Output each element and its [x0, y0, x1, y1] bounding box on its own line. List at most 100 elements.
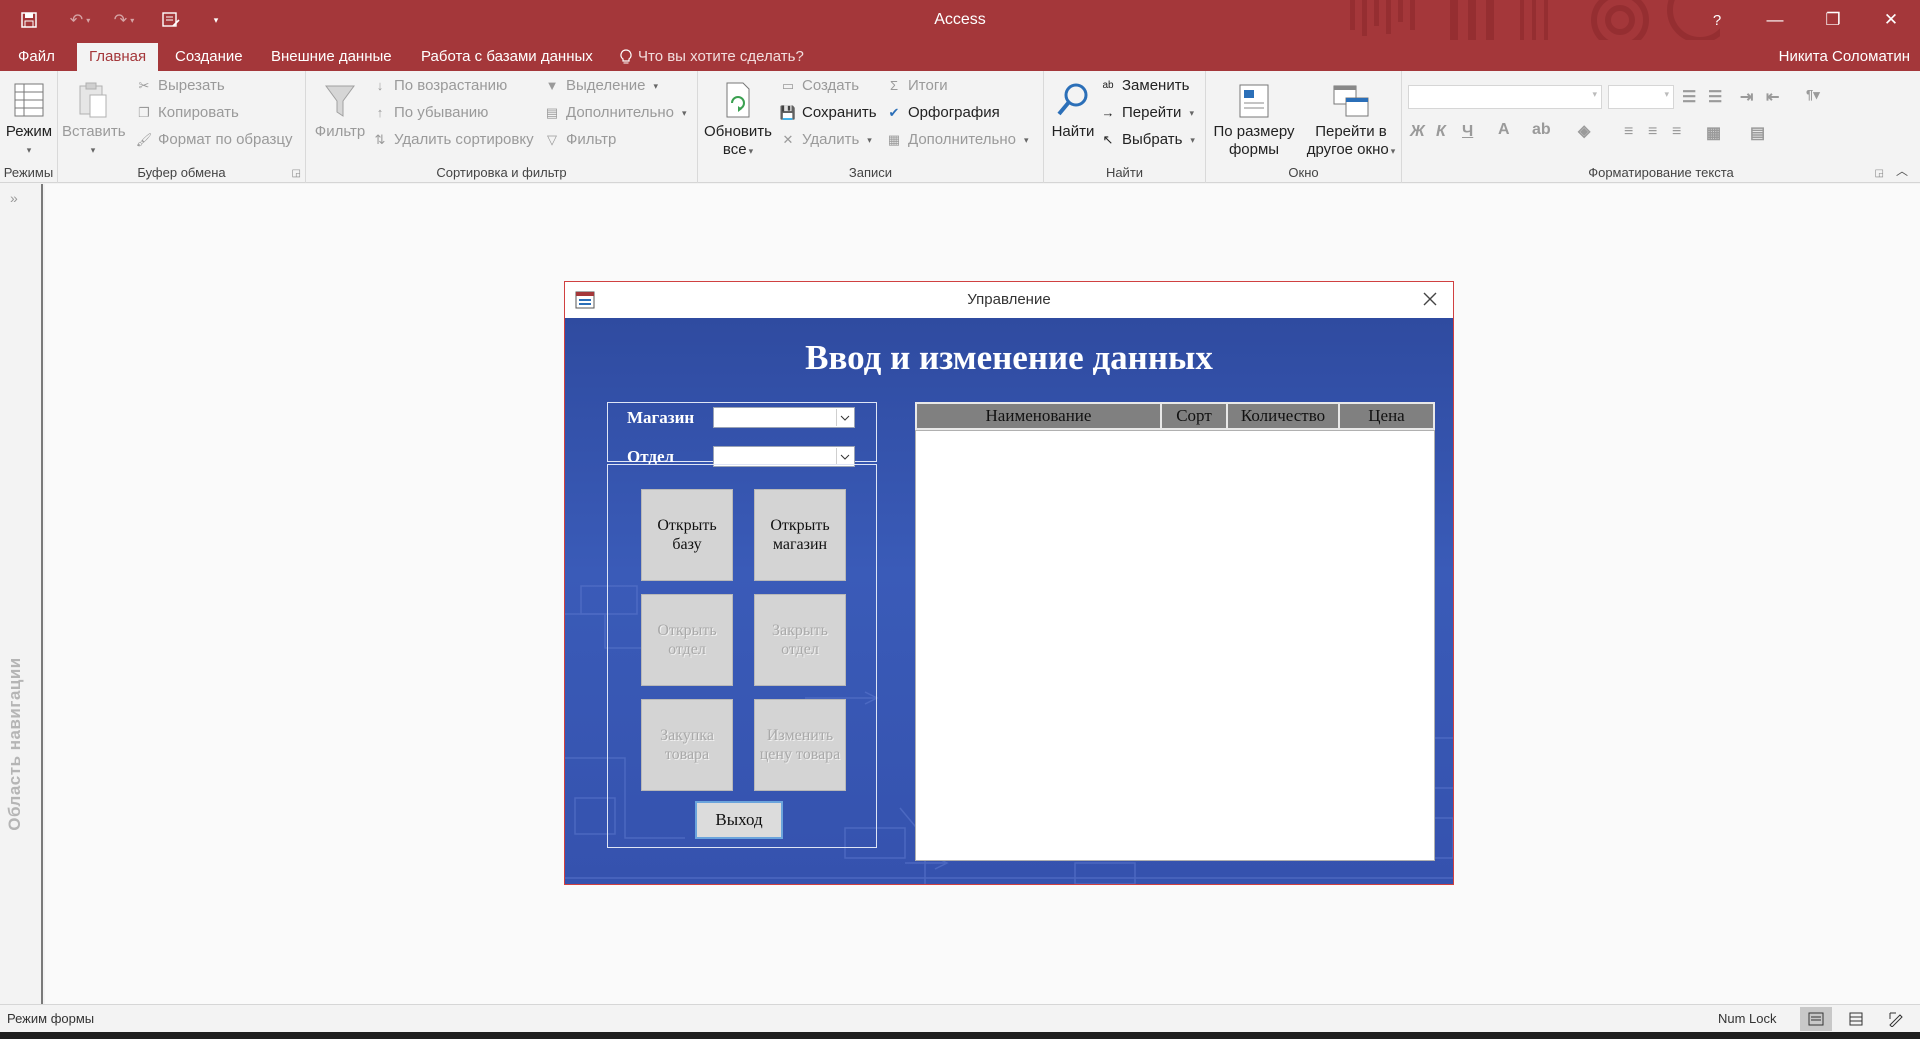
- paragraph-direction-icon[interactable]: ¶▾: [1806, 87, 1820, 103]
- expand-nav-icon[interactable]: »: [10, 190, 18, 206]
- filter-button[interactable]: Фильтр: [310, 77, 370, 141]
- align-left-icon[interactable]: ≡: [1624, 123, 1633, 141]
- gridlines-icon[interactable]: ▦: [1706, 123, 1721, 143]
- tell-me-box[interactable]: Что вы хотите сделать?: [620, 43, 804, 71]
- size-to-fit-form-button[interactable]: По размеру формы: [1208, 77, 1300, 159]
- save-icon[interactable]: [0, 0, 58, 40]
- form-heading: Ввод и изменение данных: [805, 338, 1213, 377]
- group-find: Найти ab Заменить → Перейти ▾ ↖ Выбрать ▾ Най…: [1044, 71, 1206, 183]
- switch-windows-icon: [1333, 85, 1369, 117]
- group-label-text-formatting: Форматирование текста: [1588, 165, 1734, 180]
- undo-icon[interactable]: ↶ ▾: [58, 0, 102, 40]
- new-record-button[interactable]: ▭ Создать: [780, 75, 859, 97]
- group-label-clipboard: Буфер обмена: [137, 165, 226, 180]
- selection-button[interactable]: ▼ Выделение ▾: [544, 75, 658, 97]
- open-database-button[interactable]: Открыть базу: [641, 489, 733, 581]
- delete-record-button[interactable]: ✕ Удалить ▾: [780, 129, 872, 151]
- close-icon[interactable]: [1421, 290, 1439, 308]
- refresh-all-button[interactable]: Обновить все ▾: [702, 77, 774, 160]
- bold-button[interactable]: Ж: [1410, 123, 1425, 141]
- copy-button[interactable]: ❐ Копировать: [136, 102, 239, 124]
- paste-button[interactable]: Вставить ▾: [62, 77, 126, 159]
- underline-button[interactable]: Ч: [1462, 123, 1473, 141]
- font-color-icon[interactable]: A: [1498, 121, 1510, 139]
- customize-qat-icon[interactable]: ▾: [196, 0, 236, 40]
- bullets-icon[interactable]: ☰: [1682, 87, 1696, 107]
- advanced-filter-button[interactable]: ▤ Дополнительно ▾: [544, 102, 687, 124]
- column-header-quantity[interactable]: Количество: [1228, 404, 1340, 428]
- help-icon[interactable]: ?: [1688, 0, 1746, 40]
- increase-indent-icon[interactable]: ⇥: [1740, 87, 1753, 107]
- chevron-down-icon[interactable]: [836, 409, 853, 426]
- clipboard-launcher-icon[interactable]: ◲: [292, 168, 301, 179]
- paste-icon: [79, 82, 107, 118]
- minimize-icon[interactable]: —: [1746, 0, 1804, 40]
- funnel-icon: [325, 85, 355, 117]
- tab-create[interactable]: Создание: [163, 43, 255, 71]
- lightbulb-icon: [620, 49, 632, 64]
- replace-button[interactable]: ab Заменить: [1100, 75, 1189, 97]
- user-name[interactable]: Никита Соломатин: [1779, 43, 1910, 71]
- design-view-icon[interactable]: [1880, 1007, 1912, 1031]
- tab-external-data[interactable]: Внешние данные: [259, 43, 404, 71]
- view-mode-button[interactable]: Режим ▾: [0, 77, 58, 159]
- open-store-button[interactable]: Открыть магазин: [754, 489, 846, 581]
- exit-button[interactable]: Выход: [695, 801, 783, 839]
- column-header-name[interactable]: Наименование: [917, 404, 1162, 428]
- text-format-launcher-icon[interactable]: ◲: [1875, 168, 1884, 179]
- totals-button[interactable]: Σ Итоги: [886, 75, 948, 97]
- font-name-combo[interactable]: ▾: [1408, 85, 1602, 109]
- form-title-bar: Управление: [565, 282, 1453, 318]
- restore-icon[interactable]: ❐: [1804, 0, 1862, 40]
- copy-icon: ❐: [138, 105, 150, 120]
- align-center-icon[interactable]: ≡: [1648, 123, 1657, 141]
- switch-windows-button[interactable]: Перейти в другое окно ▾: [1300, 77, 1402, 160]
- layout-view-icon[interactable]: [1840, 1007, 1872, 1031]
- tab-file[interactable]: Файл: [6, 43, 67, 71]
- column-header-price[interactable]: Цена: [1340, 404, 1433, 428]
- select-button[interactable]: ↖ Выбрать ▾: [1100, 129, 1195, 151]
- fill-color-icon[interactable]: ◈: [1578, 121, 1590, 141]
- open-department-button[interactable]: Открыть отдел: [641, 594, 733, 686]
- save-record-button[interactable]: 💾 Сохранить: [780, 102, 877, 124]
- sigma-icon: Σ: [889, 78, 899, 93]
- toggle-filter-button[interactable]: ▽ Фильтр: [544, 129, 616, 151]
- delete-icon: ✕: [782, 132, 794, 147]
- items-table-body[interactable]: [915, 430, 1435, 861]
- form-view-icon[interactable]: [146, 0, 196, 40]
- italic-button[interactable]: К: [1436, 123, 1446, 141]
- cut-button[interactable]: ✂ Вырезать: [136, 75, 225, 97]
- form-view-icon[interactable]: [1800, 1007, 1832, 1031]
- sort-ascending-button[interactable]: ↓ По возрастанию: [372, 75, 508, 97]
- find-button[interactable]: Найти: [1046, 77, 1100, 141]
- navigation-pane[interactable]: » Область навигации: [0, 184, 43, 1004]
- highlight-icon[interactable]: ab: [1532, 121, 1551, 139]
- tab-database-tools[interactable]: Работа с базами данных: [409, 43, 605, 71]
- quick-access-toolbar: ↶ ▾ ↷ ▾ ▾: [0, 0, 236, 40]
- store-combo[interactable]: [713, 407, 855, 428]
- purchase-goods-button[interactable]: Закупка товара: [641, 699, 733, 791]
- close-department-button[interactable]: Закрыть отдел: [754, 594, 846, 686]
- redo-icon[interactable]: ↷ ▾: [102, 0, 146, 40]
- align-right-icon[interactable]: ≡: [1672, 123, 1681, 141]
- remove-sort-button[interactable]: ⇅ Удалить сортировку: [372, 129, 534, 151]
- spelling-button[interactable]: ✔ Орфография: [886, 102, 1000, 124]
- goto-button[interactable]: → Перейти ▾: [1100, 102, 1194, 124]
- more-records-button[interactable]: ▦ Дополнительно ▾: [886, 129, 1029, 151]
- decrease-indent-icon[interactable]: ⇤: [1766, 87, 1779, 107]
- numbering-icon[interactable]: ☰: [1708, 87, 1722, 107]
- sort-descending-button[interactable]: ↑ По убыванию: [372, 102, 489, 124]
- navigation-pane-label: Область навигации: [5, 657, 24, 831]
- format-painter-button[interactable]: 🖌 Формат по образцу: [136, 129, 293, 151]
- collapse-ribbon-icon[interactable]: ︿: [1896, 162, 1908, 179]
- selection-filter-icon: ▼: [545, 78, 559, 93]
- form-detail: Ввод и изменение данных Магазин Отдел От…: [565, 318, 1453, 884]
- column-header-grade[interactable]: Сорт: [1162, 404, 1228, 428]
- alternate-row-color-icon[interactable]: ▤: [1750, 123, 1765, 143]
- font-size-combo[interactable]: ▾: [1608, 85, 1674, 109]
- change-price-button[interactable]: Изменить цену товара: [754, 699, 846, 791]
- chevron-down-icon[interactable]: [836, 448, 853, 465]
- tab-home[interactable]: Главная: [77, 43, 159, 71]
- close-icon[interactable]: ✕: [1862, 0, 1920, 40]
- toggle-filter-icon: ▽: [547, 132, 557, 147]
